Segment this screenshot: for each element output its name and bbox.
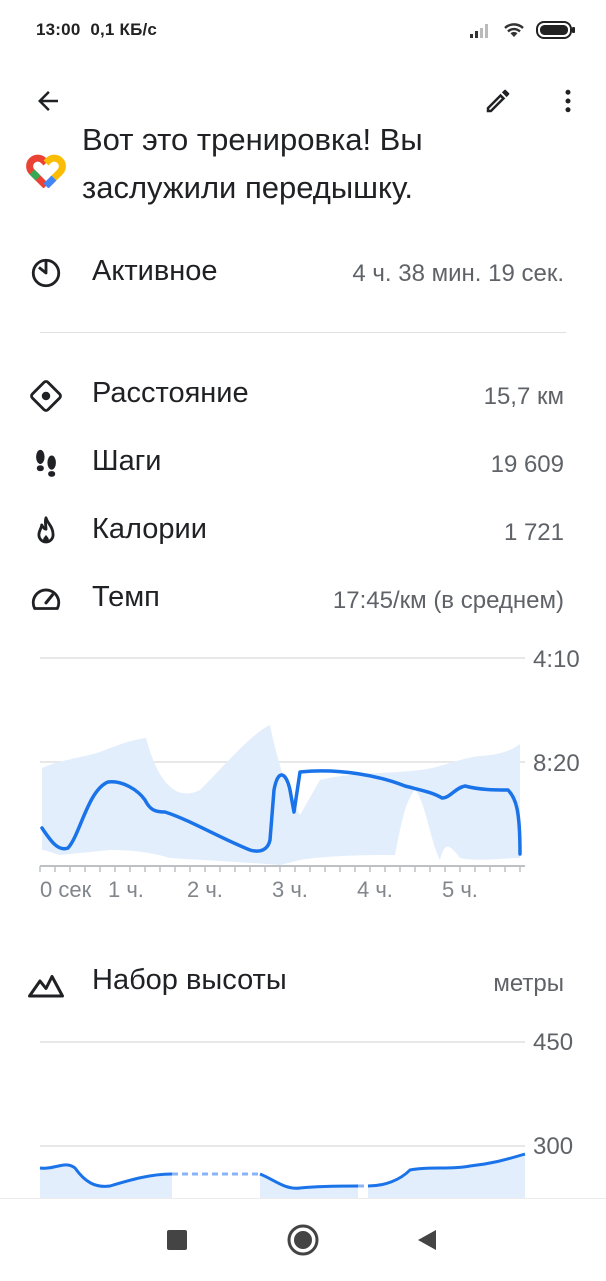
status-time: 13:00 bbox=[36, 20, 81, 39]
mountain-icon bbox=[26, 964, 66, 1004]
status-time-speed: 13:00 0,1 КБ/с bbox=[36, 20, 157, 40]
calories-value: 1 721 bbox=[503, 519, 564, 546]
home-button[interactable] bbox=[273, 1210, 333, 1270]
speedometer-icon bbox=[26, 580, 66, 620]
pace-x-label: 0 сек bbox=[40, 877, 92, 902]
more-vert-icon bbox=[565, 89, 571, 113]
pace-y-label-mid: 8:20 bbox=[533, 750, 580, 777]
footprints-icon bbox=[26, 444, 66, 484]
pace-x-label: 2 ч. bbox=[187, 877, 223, 902]
steps-value: 19 609 bbox=[490, 451, 564, 478]
square-icon bbox=[167, 1230, 187, 1250]
timer-icon bbox=[26, 253, 66, 293]
headline: Вот это тренировка! Вы заслужили передыш… bbox=[82, 128, 562, 218]
pace-x-label: 4 ч. bbox=[357, 877, 393, 902]
pace-x-label: 3 ч. bbox=[272, 877, 308, 902]
system-nav-bar bbox=[0, 1198, 606, 1281]
pace-x-label: 1 ч. bbox=[108, 877, 144, 902]
pace-label: Темп bbox=[92, 581, 160, 613]
fire-icon bbox=[26, 512, 66, 552]
pace-y-label-top: 4:10 bbox=[533, 646, 580, 673]
more-options-button[interactable] bbox=[544, 77, 592, 125]
status-bar: 13:00 0,1 КБ/с bbox=[0, 0, 606, 60]
wifi-icon bbox=[504, 23, 524, 37]
edit-button[interactable] bbox=[474, 77, 522, 125]
status-speed: 0,1 КБ/с bbox=[90, 20, 158, 39]
active-label: Активное bbox=[92, 255, 218, 287]
elevation-area-1 bbox=[40, 1164, 172, 1198]
triangle-back-icon bbox=[418, 1230, 436, 1250]
divider bbox=[40, 332, 566, 333]
arrow-left-icon bbox=[38, 91, 58, 111]
recents-button[interactable] bbox=[147, 1210, 207, 1270]
google-fit-heart-logo bbox=[26, 152, 66, 193]
elevation-y-label-top: 450 bbox=[533, 1029, 574, 1056]
pencil-icon bbox=[486, 89, 510, 113]
headline-line-2: заслужили передышку. bbox=[82, 170, 413, 205]
battery-icon bbox=[536, 21, 575, 39]
elevation-label: Набор высоты bbox=[92, 964, 287, 996]
calories-label: Калории bbox=[92, 513, 207, 545]
system-back-button[interactable] bbox=[397, 1210, 457, 1270]
elevation-chart bbox=[39, 1041, 526, 1198]
signal-icon bbox=[470, 24, 488, 38]
elevation-unit: метры bbox=[493, 970, 564, 997]
distance-value: 15,7 км bbox=[483, 383, 564, 410]
circle-icon bbox=[287, 1224, 319, 1256]
active-value: 4 ч. 38 мин. 19 сек. bbox=[352, 260, 564, 287]
elevation-y-label-mid: 300 bbox=[533, 1133, 574, 1160]
steps-label: Шаги bbox=[92, 445, 162, 477]
pace-value: 17:45/км (в среднем) bbox=[332, 587, 564, 614]
pace-chart bbox=[39, 657, 525, 872]
distance-label: Расстояние bbox=[92, 377, 249, 409]
diamond-location-icon bbox=[26, 376, 66, 416]
pace-x-label: 5 ч. bbox=[442, 877, 478, 902]
status-icons bbox=[470, 16, 576, 44]
back-button[interactable] bbox=[24, 77, 72, 125]
headline-line-1: Вот это тренировка! Вы bbox=[82, 128, 423, 157]
